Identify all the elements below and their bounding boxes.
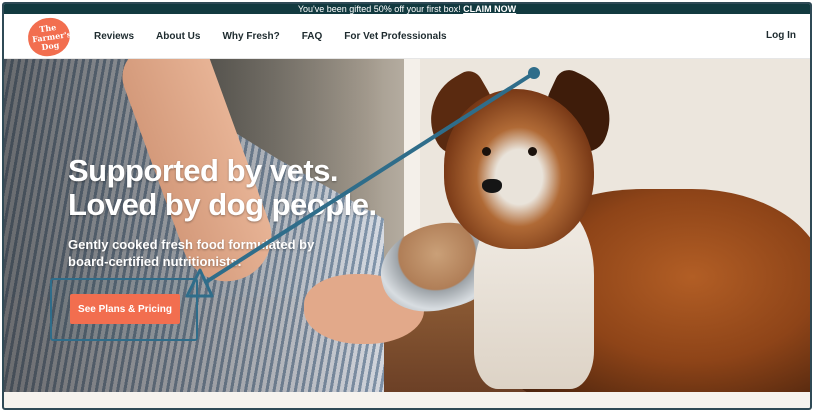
nav-links: Reviews About Us Why Fresh? FAQ For Vet … — [94, 14, 469, 58]
nav-link-reviews[interactable]: Reviews — [94, 31, 134, 42]
login-link[interactable]: Log In — [766, 14, 796, 58]
dog-nose — [482, 179, 502, 193]
hero-title-line-2: Loved by dog people. — [68, 187, 377, 222]
hero-title: Supported by vets. Loved by dog people. — [68, 154, 377, 222]
top-navigation: The Farmer's Dog Reviews About Us Why Fr… — [4, 14, 810, 59]
hero-title-line-1: Supported by vets. — [68, 153, 339, 188]
promo-claim-link[interactable]: CLAIM NOW — [463, 4, 516, 14]
hero-subtitle: Gently cooked fresh food formulated by b… — [68, 236, 314, 270]
browser-viewport: You've been gifted 50% off your first bo… — [2, 2, 812, 410]
brand-logo-text: The Farmer's Dog — [31, 21, 72, 52]
see-plans-pricing-button[interactable]: See Plans & Pricing — [70, 294, 180, 324]
nav-link-why-fresh[interactable]: Why Fresh? — [222, 31, 279, 42]
promo-text: You've been gifted 50% off your first bo… — [297, 4, 464, 14]
nav-link-vet-professionals[interactable]: For Vet Professionals — [344, 31, 446, 42]
hero-subtitle-line-1: Gently cooked fresh food formulated by — [68, 237, 315, 252]
hero-section: Supported by vets. Loved by dog people. … — [4, 59, 810, 392]
dog-head — [444, 89, 594, 249]
brand-logo[interactable]: The Farmer's Dog — [25, 15, 73, 59]
dog-eye-left — [482, 147, 491, 156]
hero-photo-dog — [413, 65, 810, 392]
nav-link-about-us[interactable]: About Us — [156, 31, 200, 42]
nav-link-faq[interactable]: FAQ — [302, 31, 323, 42]
promo-banner: You've been gifted 50% off your first bo… — [4, 4, 810, 14]
hero-subtitle-line-2: board-certified nutritionists. — [68, 254, 242, 269]
dog-eye-right — [528, 147, 537, 156]
